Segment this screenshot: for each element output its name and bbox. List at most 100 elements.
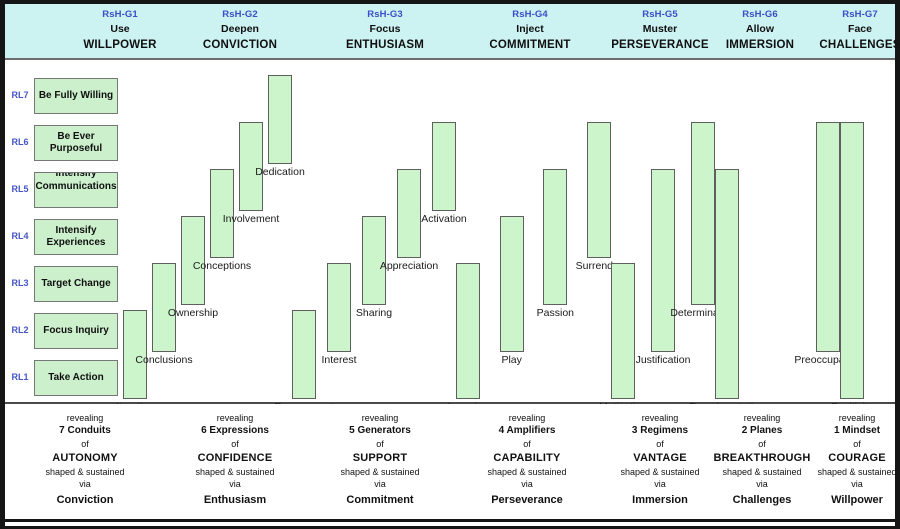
staircase-bar[interactable] [587, 122, 611, 258]
header-verb: Face [848, 22, 872, 35]
staircase-bar-label: Sharing [355, 307, 393, 319]
footer-via: via [374, 479, 386, 490]
level-box-label: Be Ever Purposeful [49, 130, 103, 155]
footer-count: 7 Conduits [59, 425, 111, 437]
header-band: RsH-G1 Use WILLPOWER RsH-G2 Deepen CONVICTION… [5, 4, 900, 60]
level-box-label: Be Fully Willing [38, 89, 114, 101]
footer-source: Conviction [56, 493, 114, 506]
level-tick-rl3: RL3 [11, 278, 29, 288]
level-tick-rl5: RL5 [11, 184, 29, 194]
level-box-rl2[interactable]: Focus Inquiry [34, 313, 118, 349]
staircase-bar[interactable] [268, 75, 292, 164]
footer-source: Perseverance [491, 493, 563, 506]
staircase-bar-label: Conceptions [192, 260, 252, 272]
footer-column-2[interactable]: revealing 6 Expressions of CONFIDENCE shaped… [170, 412, 300, 508]
staircase-bar-label: Determination [670, 307, 736, 319]
footer-column-3[interactable]: revealing 5 Generators of SUPPORT shaped & s… [315, 412, 445, 508]
footer-count: 4 Amplifiers [498, 425, 556, 437]
plot-area: RL7 Be Fully Willing RL6 Be Ever Purposeful… [5, 62, 895, 412]
level-box-label: Intensify Experiences [46, 224, 106, 249]
staircase-bar-label: Interest [321, 354, 357, 366]
footer-shaped: shaped & sustained [487, 466, 567, 477]
footer-column-4[interactable]: revealing 4 Amplifiers of CAPABILITY shaped … [462, 412, 592, 508]
footer-theme: COURAGE [828, 451, 886, 464]
level-box-rl4[interactable]: Intensify Experiences [34, 219, 118, 255]
header-noun: CONVICTION [202, 39, 278, 51]
footer-of-1: of [231, 439, 239, 450]
staircase-bar-label: Preoccupation [794, 354, 862, 366]
footer-of-1: of [81, 439, 89, 450]
footer-revealing: revealing [508, 413, 546, 423]
staircase-bar[interactable] [715, 169, 739, 399]
level-box-label: Intensify Communications [35, 172, 117, 192]
footer-via: via [229, 479, 241, 490]
footer-band: revealing 7 Conduits of AUTONOMY shaped & su… [5, 404, 897, 522]
staircase-bar-label: Dedication [255, 166, 305, 178]
footer-source: Willpower [831, 493, 883, 506]
footer-shaped: shaped & sustained [340, 466, 420, 477]
header-column-4[interactable]: RsH-G4 Inject COMMITMENT [460, 9, 600, 52]
footer-theme: SUPPORT [352, 451, 408, 464]
footer-count: 1 Mindset [833, 425, 881, 437]
footer-via: via [851, 479, 863, 490]
staircase-bar[interactable] [816, 122, 840, 352]
header-verb: Inject [516, 22, 544, 35]
header-column-7[interactable]: RsH-G7 Face CHALLENGES [790, 9, 900, 52]
footer-theme: CONFIDENCE [197, 451, 273, 464]
staircase-bar[interactable] [456, 263, 480, 399]
footer-of-1: of [853, 439, 861, 450]
header-code: RsH-G2 [222, 9, 258, 20]
header-verb: Use [110, 22, 130, 35]
footer-revealing: revealing [66, 413, 104, 423]
staircase-bar[interactable] [543, 169, 568, 305]
header-code: RsH-G7 [842, 9, 878, 20]
staircase-bar[interactable] [499, 216, 524, 352]
footer-revealing: revealing [216, 413, 254, 423]
footer-source: Commitment [346, 493, 414, 506]
level-box-rl5[interactable]: Intensify Communications [34, 172, 118, 208]
header-code: RsH-G1 [102, 9, 138, 20]
footer-shaped: shaped & sustained [195, 466, 275, 477]
staircase-bar[interactable] [432, 122, 456, 211]
footer-theme: AUTONOMY [52, 451, 118, 464]
staircase-bar-label: Conclusions [135, 354, 193, 366]
staircase-bar-label: Passion [536, 307, 574, 319]
header-verb: Deepen [221, 22, 259, 35]
footer-shaped: shaped & sustained [817, 466, 897, 477]
level-tick-rl4: RL4 [11, 231, 29, 241]
footer-column-7[interactable]: revealing 1 Mindset of COURAGE shaped & sust… [792, 412, 900, 508]
header-noun: ENTHUSIASM [345, 39, 425, 51]
level-box-rl7[interactable]: Be Fully Willing [34, 78, 118, 114]
footer-count: 6 Expressions [201, 425, 269, 437]
footer-revealing: revealing [838, 413, 876, 423]
footer-column-1[interactable]: revealing 7 Conduits of AUTONOMY shaped & su… [20, 412, 150, 508]
level-box-label: Focus Inquiry [43, 324, 109, 336]
level-tick-rl6: RL6 [11, 137, 29, 147]
staircase-bar-label: Justification [635, 354, 691, 366]
staircase-bar-label: Activation [421, 213, 467, 225]
header-column-3[interactable]: RsH-G3 Focus ENTHUSIASM [315, 9, 455, 52]
header-verb: Focus [369, 22, 401, 35]
staircase-bar[interactable] [840, 122, 864, 399]
footer-spacer [5, 522, 895, 526]
level-box-rl6[interactable]: Be Ever Purposeful [34, 125, 118, 161]
footer-shaped: shaped & sustained [45, 466, 125, 477]
staircase-bar-label: Play [501, 354, 522, 366]
staircase-bar[interactable] [651, 169, 675, 352]
header-code: RsH-G3 [367, 9, 403, 20]
footer-source: Enthusiasm [203, 493, 267, 506]
footer-of-1: of [523, 439, 531, 450]
footer-via: via [79, 479, 91, 490]
header-column-2[interactable]: RsH-G2 Deepen CONVICTION [170, 9, 310, 52]
footer-revealing: revealing [361, 413, 399, 423]
level-box-rl3[interactable]: Target Change [34, 266, 118, 302]
staircase-bar[interactable] [611, 263, 635, 399]
level-box-label: Take Action [48, 371, 104, 383]
staircase-bar-label: Surrender [575, 260, 623, 272]
header-noun: WILLPOWER [83, 39, 157, 51]
header-column-1[interactable]: RsH-G1 Use WILLPOWER [50, 9, 190, 52]
staircase-bar-label: Ownership [167, 307, 219, 319]
staircase-bar-label: Involvement [222, 213, 280, 225]
footer-via: via [521, 479, 533, 490]
staircase-bar[interactable] [691, 122, 715, 305]
